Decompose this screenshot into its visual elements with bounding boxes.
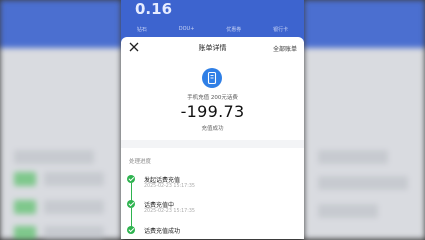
phone-recharge-icon [202,68,222,88]
transaction-description: 手机充值 200元话费 [187,95,238,101]
wallet-balance: 0.16 [135,0,173,18]
step-time: 2025-02-23 15:17:35 [144,209,195,214]
check-icon [127,226,135,234]
background-row [44,226,104,240]
background-row [44,172,104,186]
wallet-tabs: 钻石 DOU+ 优惠券 银行卡 [121,26,304,33]
step-time: 2025-02-23 15:17:35 [144,184,195,189]
background-row [14,172,36,186]
transaction-status: 充值成功 [201,126,224,132]
background-row [14,150,94,164]
background-row [318,150,388,164]
background-row [318,204,378,218]
tab-bank-card[interactable]: 银行卡 [273,26,288,33]
background-row [44,200,104,214]
section-divider [121,140,304,148]
background-right [304,0,425,239]
step-label: 话费充值中 [144,202,175,209]
background-row [14,200,36,214]
progress-line [130,208,132,228]
phone-screen: 0.16 钻石 DOU+ 优惠券 银行卡 账单详情 全部账单 手机充值 200元… [121,0,304,239]
tab-coupons[interactable]: 优惠券 [226,26,241,33]
check-icon [127,175,135,183]
tab-dou-plus[interactable]: DOU+ [179,26,195,33]
all-bills-link[interactable]: 全部账单 [273,44,297,53]
check-icon [127,200,135,208]
step-label: 话费充值成功 [144,228,181,235]
process-title: 处理进度 [129,159,152,165]
background-row [14,226,36,240]
background-left [0,0,121,240]
step-label: 发起话费充值 [144,177,181,184]
wallet-header: 0.16 钻石 DOU+ 优惠券 银行卡 [121,0,304,42]
tab-diamond[interactable]: 钻石 [137,26,147,33]
transaction-amount: -199.73 [180,102,245,121]
background-row [318,176,408,190]
bill-detail-sheet: 账单详情 全部账单 手机充值 200元话费 -199.73 充值成功 处理进度 … [121,37,304,239]
